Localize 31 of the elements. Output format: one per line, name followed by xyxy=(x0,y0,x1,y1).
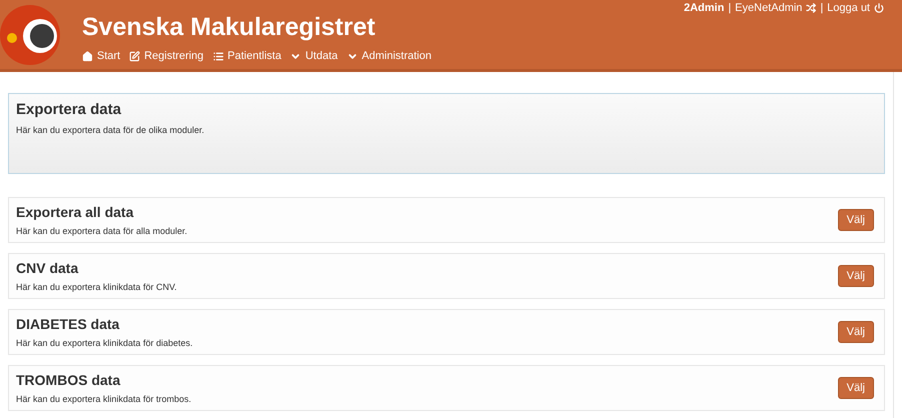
home-icon xyxy=(82,50,93,62)
user-name: 2Admin xyxy=(684,1,724,16)
nav-link[interactable]: Registrering xyxy=(129,48,204,64)
card-title: Exportera all data xyxy=(16,202,135,222)
nav-link[interactable]: Utdata xyxy=(290,48,338,64)
nav-link[interactable]: Administration xyxy=(346,48,432,64)
list-icon xyxy=(212,50,224,62)
card-title: DIABETES data xyxy=(16,314,120,334)
switch-icon[interactable] xyxy=(806,3,816,14)
select-button[interactable]: Välj xyxy=(838,321,874,343)
site-title: Svenska Makularegistret xyxy=(82,12,376,42)
select-button[interactable]: Välj xyxy=(838,377,874,399)
separator: | xyxy=(820,1,824,16)
separator: | xyxy=(728,1,732,16)
nav-link[interactable]: Patientlista xyxy=(212,48,282,64)
panel-text: Här kan du exportera data för de olika moduler. xyxy=(16,124,206,137)
panel-title: Exportera data xyxy=(16,100,122,120)
eye-logo xyxy=(0,3,60,67)
card-title: CNV data xyxy=(16,258,80,278)
edit-icon xyxy=(129,50,140,62)
card-text: Här kan du exportera klinikdata för CNV. xyxy=(16,280,177,294)
select-button[interactable]: Välj xyxy=(838,209,874,231)
card-text: Här kan du exportera klinikdata för diabetes. xyxy=(16,336,193,350)
role-link[interactable]: EyeNetAdmin xyxy=(735,0,802,16)
power-icon[interactable] xyxy=(874,3,884,14)
nav-link[interactable]: Start xyxy=(82,48,120,64)
card-text: Här kan du exportera klinikdata för trombos. xyxy=(16,392,192,406)
select-button[interactable]: Välj xyxy=(838,265,874,287)
logout-link[interactable]: Logga ut xyxy=(827,0,870,16)
card-text: Här kan du exportera data för alla moduler. xyxy=(16,224,188,238)
card-title: TROMBOS data xyxy=(16,370,122,390)
